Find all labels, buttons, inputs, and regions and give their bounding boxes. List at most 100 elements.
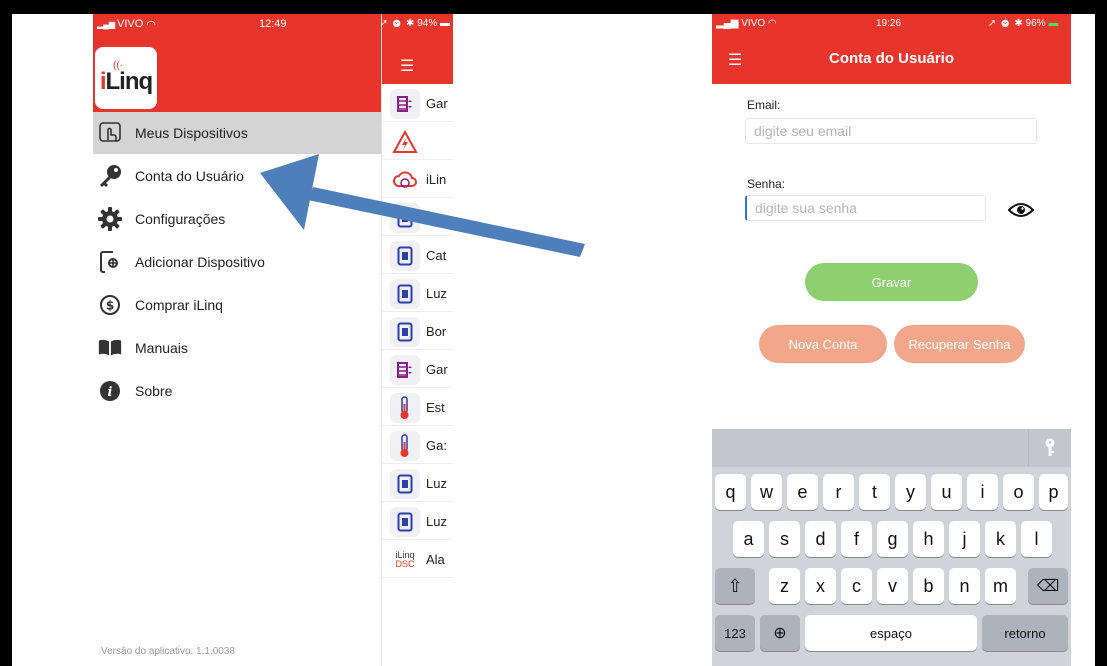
space-key[interactable]: espaço bbox=[805, 615, 977, 651]
device-name: Gar bbox=[426, 96, 448, 111]
thermometer-icon bbox=[390, 392, 420, 423]
device-row[interactable]: Luz bbox=[382, 504, 453, 540]
battery-icon: ▬ bbox=[1048, 18, 1059, 29]
screenshot-canvas: ▂▄▆ VIVO ◠ 12:49 ((· iLinq Meus Disposit… bbox=[12, 14, 1095, 666]
menu-label: Comprar iLinq bbox=[135, 297, 223, 313]
key-o[interactable]: o bbox=[1003, 474, 1034, 510]
device-name: Gar bbox=[426, 362, 448, 377]
device-row[interactable]: Luz bbox=[382, 276, 453, 312]
key-p[interactable]: p bbox=[1039, 474, 1068, 510]
device-row[interactable]: Bor bbox=[382, 314, 453, 350]
password-key-icon[interactable] bbox=[1028, 429, 1071, 467]
info-icon: i bbox=[97, 378, 123, 404]
key-u[interactable]: u bbox=[931, 474, 962, 510]
keyboard-accessory-bar bbox=[712, 429, 1071, 467]
password-label: Senha: bbox=[747, 177, 786, 191]
key-m[interactable]: m bbox=[985, 568, 1016, 604]
globe-key[interactable]: ⊕ bbox=[760, 615, 800, 651]
recover-password-button[interactable]: Recuperar Senha bbox=[894, 325, 1025, 363]
backspace-key[interactable]: ⌫ bbox=[1028, 568, 1068, 604]
menu-label: Conta do Usuário bbox=[135, 168, 244, 184]
key-l[interactable]: l bbox=[1021, 521, 1052, 557]
menu-item-conta-do-usuario[interactable]: Conta do Usuário bbox=[93, 155, 381, 197]
key-k[interactable]: k bbox=[985, 521, 1016, 557]
menu-label: Meus Dispositivos bbox=[135, 125, 248, 141]
device-row[interactable] bbox=[382, 200, 453, 236]
new-account-button[interactable]: Nova Conta bbox=[759, 325, 887, 363]
ilinq-logo: ((· iLinq bbox=[95, 47, 157, 109]
key-c[interactable]: c bbox=[841, 568, 872, 604]
key-b[interactable]: b bbox=[913, 568, 944, 604]
status-carrier: ▂▄▆ VIVO ◠ bbox=[716, 18, 777, 29]
device-row[interactable] bbox=[382, 124, 453, 160]
menu-label: Adicionar Dispositivo bbox=[135, 254, 265, 270]
svg-text:$: $ bbox=[106, 299, 114, 313]
device-row[interactable]: Est bbox=[382, 390, 453, 426]
show-password-eye-icon[interactable] bbox=[1008, 202, 1034, 218]
status-carrier: ▂▄▆ VIVO ◠ bbox=[97, 14, 156, 34]
device-row[interactable]: iLinq DSC Ala bbox=[382, 542, 453, 578]
wifi-icon: ◠ bbox=[146, 18, 156, 31]
key-s[interactable]: s bbox=[769, 521, 800, 557]
key-g[interactable]: g bbox=[877, 521, 908, 557]
book-icon bbox=[97, 335, 123, 361]
switch-icon bbox=[390, 278, 420, 309]
logo-linq: Linq bbox=[105, 68, 154, 95]
menu-item-comprar-ilinq[interactable]: $ Comprar iLinq bbox=[93, 284, 381, 326]
touch-hand-icon bbox=[97, 120, 123, 146]
shift-key[interactable]: ⇧ bbox=[715, 568, 755, 604]
signal-icon: ▂▄▆ bbox=[97, 19, 115, 29]
device-row[interactable]: Gar bbox=[382, 352, 453, 388]
key-y[interactable]: y bbox=[895, 474, 926, 510]
device-row[interactable]: Gar bbox=[382, 86, 453, 122]
key-q[interactable]: q bbox=[715, 474, 746, 510]
gear-icon bbox=[97, 206, 123, 232]
save-button[interactable]: Gravar bbox=[805, 263, 978, 301]
menu-item-meus-dispositivos[interactable]: Meus Dispositivos bbox=[93, 112, 381, 154]
status-icons: ➚ ⏰ ✱ 94% ▬ bbox=[379, 18, 450, 29]
menu-item-sobre[interactable]: i Sobre bbox=[93, 370, 381, 412]
key-z[interactable]: z bbox=[769, 568, 800, 604]
key-a[interactable]: a bbox=[733, 521, 764, 557]
key-n[interactable]: n bbox=[949, 568, 980, 604]
key-d[interactable]: d bbox=[805, 521, 836, 557]
battery-percent: 94% bbox=[417, 18, 438, 29]
key-f[interactable]: f bbox=[841, 521, 872, 557]
nav-bar: ▂▄▆ VIVO ◠ 19:26 ➚ ⏰ ✱ 96% ▬ ☰ Conta do … bbox=[712, 14, 1071, 84]
device-row[interactable]: iLin bbox=[382, 162, 453, 198]
device-row[interactable]: Cat bbox=[382, 238, 453, 274]
device-row[interactable]: Ga: bbox=[382, 428, 453, 464]
email-label: Email: bbox=[747, 98, 781, 112]
key-v[interactable]: v bbox=[877, 568, 908, 604]
menu-header: ▂▄▆ VIVO ◠ 12:49 ((· iLinq bbox=[93, 14, 381, 114]
device-name: iLin bbox=[426, 172, 447, 187]
email-field[interactable] bbox=[745, 118, 1037, 144]
device-name: Luz bbox=[426, 286, 447, 301]
numbers-key[interactable]: 123 bbox=[715, 615, 755, 651]
hamburger-menu-icon[interactable]: ☰ bbox=[400, 56, 414, 76]
cloud-device-icon bbox=[390, 164, 420, 195]
key-i[interactable]: i bbox=[967, 474, 998, 510]
device-row[interactable]: Luz bbox=[382, 466, 453, 502]
side-menu: ▂▄▆ VIVO ◠ 12:49 ((· iLinq Meus Disposit… bbox=[93, 14, 381, 666]
device-name: Bor bbox=[426, 324, 447, 339]
dollar-circle-icon: $ bbox=[97, 292, 123, 318]
backspace-icon: ⌫ bbox=[1036, 578, 1060, 595]
password-field[interactable] bbox=[745, 195, 986, 221]
key-e[interactable]: e bbox=[787, 474, 818, 510]
key-r[interactable]: r bbox=[823, 474, 854, 510]
menu-item-manuais[interactable]: Manuais bbox=[93, 327, 381, 369]
globe-icon: ⊕ bbox=[773, 625, 787, 642]
key-w[interactable]: w bbox=[751, 474, 782, 510]
right-phone-screen: ▂▄▆ VIVO ◠ 19:26 ➚ ⏰ ✱ 96% ▬ ☰ Conta do … bbox=[712, 14, 1071, 666]
return-key[interactable]: retorno bbox=[982, 615, 1068, 651]
switch-icon bbox=[390, 468, 420, 499]
key-h[interactable]: h bbox=[913, 521, 944, 557]
switch-icon bbox=[390, 316, 420, 347]
key-j[interactable]: j bbox=[949, 521, 980, 557]
menu-item-adicionar-dispositivo[interactable]: Adicionar Dispositivo bbox=[93, 241, 381, 283]
shift-arrow-icon: ⇧ bbox=[727, 575, 743, 596]
key-x[interactable]: x bbox=[805, 568, 836, 604]
key-t[interactable]: t bbox=[859, 474, 890, 510]
menu-item-configuracoes[interactable]: Configurações bbox=[93, 198, 381, 240]
